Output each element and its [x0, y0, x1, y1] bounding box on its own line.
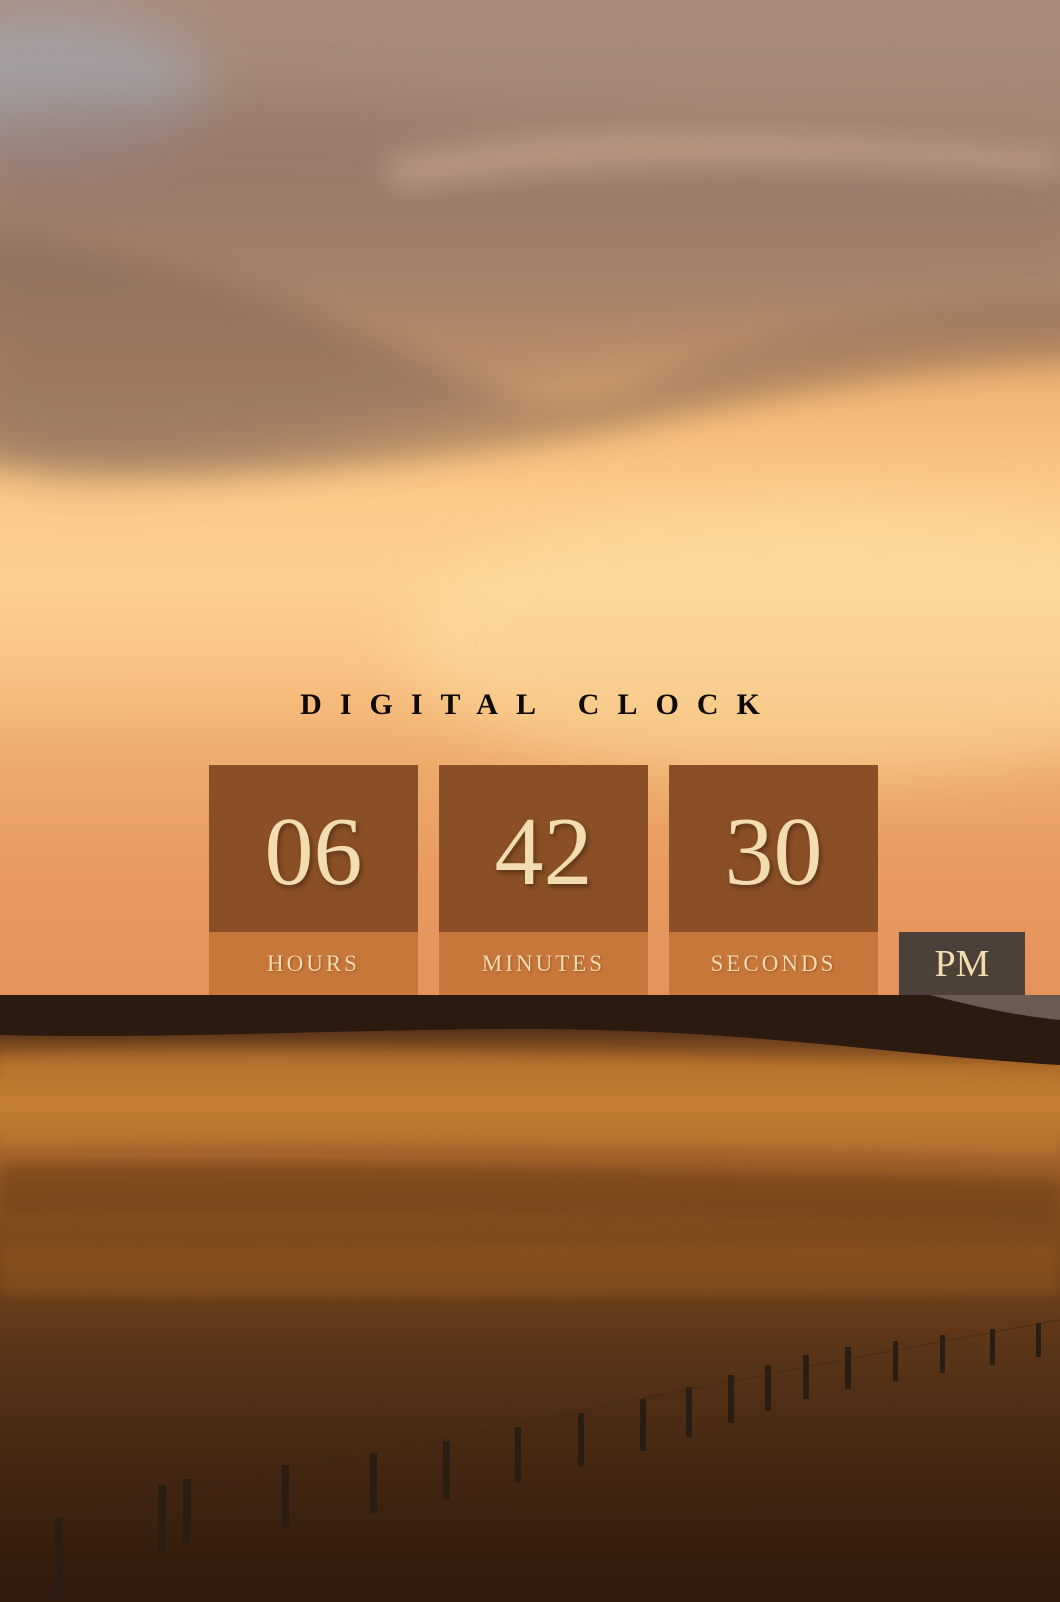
clock-title: DIGITAL CLOCK	[300, 688, 778, 721]
seconds-label-box: SECONDS	[669, 932, 878, 995]
am-pm-label: PM	[934, 942, 990, 985]
minutes-value-box: 42	[439, 765, 648, 932]
minutes-value: 42	[494, 797, 593, 906]
seconds-unit: 30 SECONDS	[669, 765, 878, 995]
hours-label: HOURS	[267, 950, 360, 976]
am-pm-indicator: PM	[899, 932, 1025, 995]
hours-label-box: HOURS	[209, 932, 418, 995]
minutes-label-box: MINUTES	[439, 932, 648, 995]
seconds-value: 30	[724, 797, 823, 906]
seconds-label: SECONDS	[710, 950, 837, 976]
prairie-ground	[0, 995, 1060, 1602]
hours-unit: 06 HOURS	[209, 765, 418, 995]
hours-value-box: 06	[209, 765, 418, 932]
seconds-value-box: 30	[669, 765, 878, 932]
minutes-unit: 42 MINUTES	[439, 765, 648, 995]
minutes-label: MINUTES	[481, 950, 606, 976]
hours-value: 06	[264, 797, 363, 906]
